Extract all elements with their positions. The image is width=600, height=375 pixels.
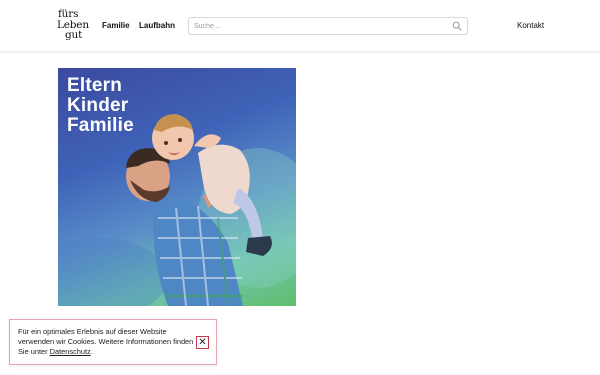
cookie-text: Für ein optimales Erlebnis auf dieser We… <box>18 327 196 358</box>
logo-line-1: fürs <box>58 8 79 20</box>
nav-link-kontakt[interactable]: Kontakt <box>517 21 544 30</box>
hero-title: Eltern Kinder Familie <box>67 76 134 136</box>
search-input[interactable] <box>189 18 449 34</box>
site-logo[interactable]: fürs Leben gut <box>57 8 94 41</box>
hero-title-line-1: Eltern <box>67 75 123 96</box>
hero-teaser-image[interactable]: Eltern Kinder Familie <box>58 68 296 306</box>
hero-title-line-2: Kinder <box>67 95 129 116</box>
search-icon[interactable] <box>452 21 462 31</box>
close-icon[interactable]: ✕ <box>196 336 209 349</box>
cookie-banner: Für ein optimales Erlebnis auf dieser We… <box>9 319 217 365</box>
privacy-link[interactable]: Datenschutz <box>50 347 91 356</box>
nav-link-familie[interactable]: Familie <box>102 21 130 30</box>
hero-title-line-3: Familie <box>67 115 134 136</box>
nav-link-laufbahn[interactable]: Laufbahn <box>139 21 175 30</box>
cookie-message: Für ein optimales Erlebnis auf dieser We… <box>18 327 194 357</box>
site-header: fürs Leben gut Familie Laufbahn Kontakt <box>0 0 600 51</box>
search-box <box>188 17 468 35</box>
logo-line-3: gut <box>65 29 83 41</box>
cookie-suffix: . <box>90 347 93 357</box>
